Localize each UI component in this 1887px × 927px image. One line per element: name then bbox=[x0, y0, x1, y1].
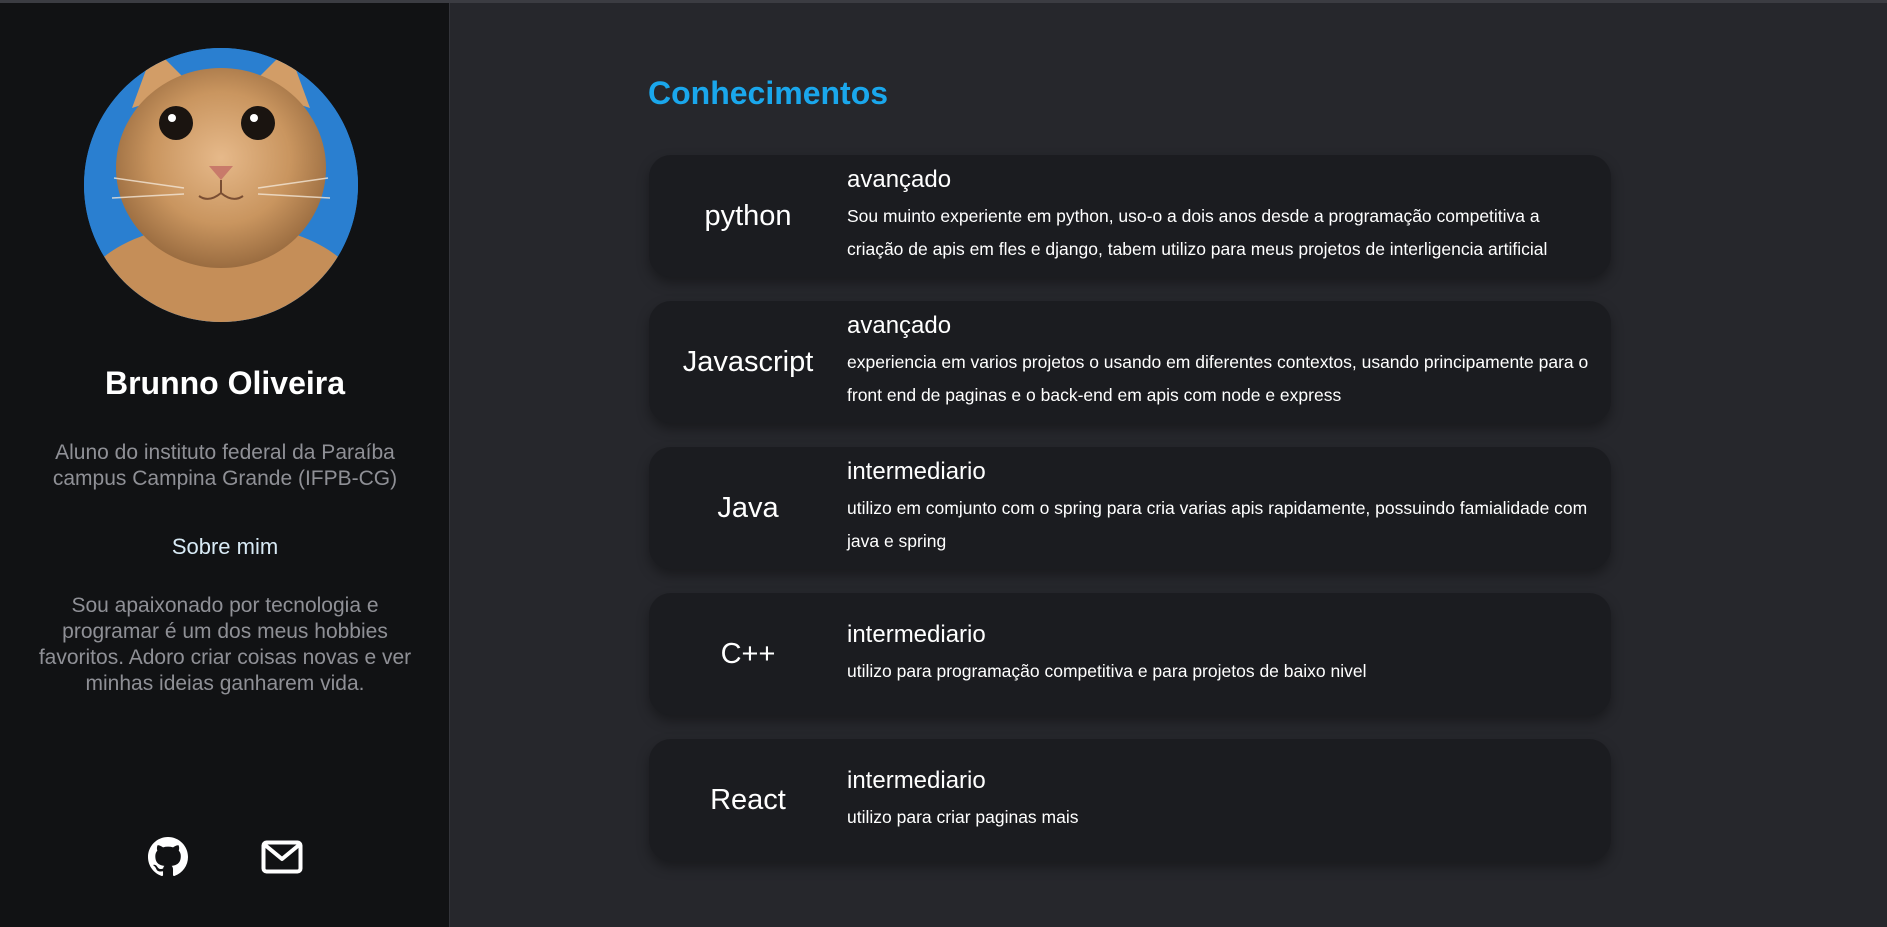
skill-card-javascript: Javascript avançado experiencia em vario… bbox=[649, 301, 1611, 423]
skill-description: experiencia em varios projetos o usando … bbox=[847, 352, 1589, 405]
skill-name: python bbox=[704, 199, 792, 232]
skill-level: intermediario bbox=[847, 766, 986, 794]
section-title: Conhecimentos bbox=[648, 75, 889, 111]
profile-description: Aluno do instituto federal da Paraíba ca… bbox=[52, 441, 398, 490]
github-icon bbox=[148, 837, 188, 877]
cat-photo-icon bbox=[84, 48, 358, 322]
skill-description: utilizo para criar paginas mais bbox=[847, 806, 1079, 827]
portfolio-page: Brunno Oliveira Aluno do instituto feder… bbox=[0, 0, 1887, 927]
skill-list: python avançado Sou muinto experiente em… bbox=[649, 155, 1611, 885]
about-me-link[interactable]: Sobre mim bbox=[0, 534, 450, 560]
skill-body: avançado experiencia em varios projetos … bbox=[847, 301, 1611, 423]
skill-body: avançado Sou muinto experiente em python… bbox=[847, 155, 1611, 277]
skill-name: Javascript bbox=[682, 345, 814, 378]
skill-body: intermediario utilizo para programação c… bbox=[847, 593, 1611, 715]
about-text: Sou apaixonado por tecnologia e programa… bbox=[38, 594, 412, 695]
main-content: Conhecimentos python avançado Sou muinto… bbox=[450, 3, 1887, 927]
skill-name: C++ bbox=[720, 637, 776, 670]
skill-description: Sou muinto experiente em python, uso-o a… bbox=[847, 206, 1548, 259]
skill-card-react: React intermediario utilizo para criar p… bbox=[649, 739, 1611, 861]
mail-icon bbox=[261, 840, 303, 874]
skill-level: avançado bbox=[847, 312, 952, 339]
skill-name: React bbox=[710, 783, 786, 816]
skill-name: Java bbox=[717, 491, 779, 524]
sidebar: Brunno Oliveira Aluno do instituto feder… bbox=[0, 3, 450, 927]
skill-body: intermediario utilizo em comjunto com o … bbox=[847, 447, 1611, 569]
skill-description: utilizo para programação competitiva e p… bbox=[847, 660, 1367, 681]
skill-description: utilizo em comjunto com o spring para cr… bbox=[847, 498, 1588, 551]
skill-level: intermediario bbox=[847, 620, 986, 648]
skill-card-java: Java intermediario utilizo em comjunto c… bbox=[649, 447, 1611, 569]
skill-card-python: python avançado Sou muinto experiente em… bbox=[649, 155, 1611, 277]
github-link[interactable] bbox=[147, 836, 189, 878]
profile-name: Brunno Oliveira bbox=[104, 365, 346, 401]
mail-link[interactable] bbox=[261, 836, 303, 878]
avatar bbox=[84, 48, 358, 322]
skill-card-cpp: C++ intermediario utilizo para programaç… bbox=[649, 593, 1611, 715]
skill-level: avançado bbox=[847, 166, 952, 193]
skill-body: intermediario utilizo para criar paginas… bbox=[847, 739, 1611, 861]
social-links bbox=[0, 836, 450, 878]
skill-level: intermediario bbox=[847, 458, 986, 485]
